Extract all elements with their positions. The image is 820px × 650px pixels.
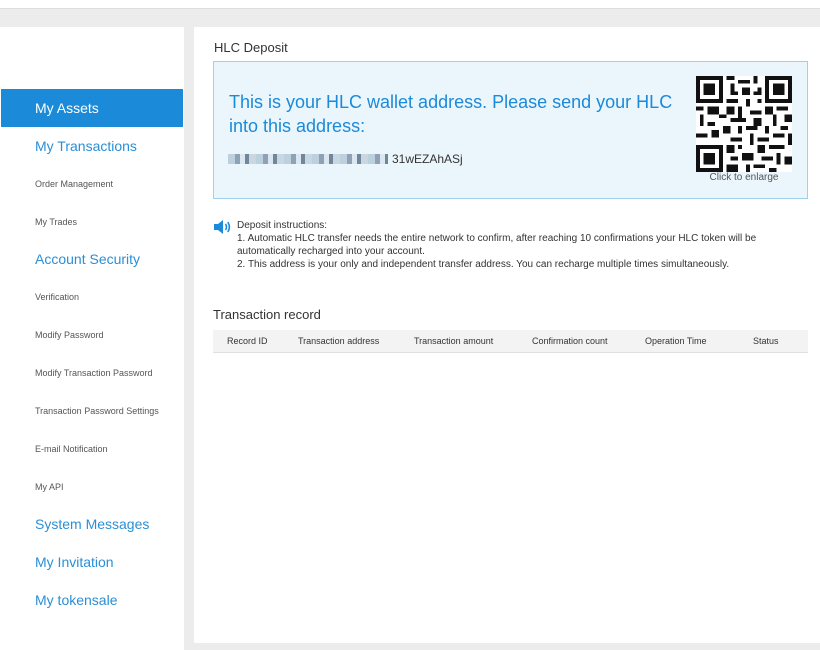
column-header-record-id: Record ID — [227, 336, 268, 346]
sidebar-item-my-tokensale[interactable]: My tokensale — [1, 581, 183, 619]
sidebar-item-my-trades[interactable]: My Trades — [1, 210, 183, 234]
wallet-address[interactable]: 31wEZAhASj — [220, 148, 520, 170]
column-header-transaction-address: Transaction address — [298, 336, 380, 346]
column-header-operation-time: Operation Time — [645, 336, 707, 346]
instructions-heading: Deposit instructions: — [237, 220, 328, 231]
transaction-record-title: Transaction record — [213, 307, 321, 322]
instructions-line-2: 2. This address is your only and indepen… — [237, 259, 730, 270]
wallet-address-suffix: 31wEZAhASj — [392, 152, 463, 166]
qr-caption[interactable]: Click to enlarge — [684, 172, 804, 183]
deposit-address-box: This is your HLC wallet address. Please … — [213, 61, 808, 199]
sidebar-item-system-messages[interactable]: System Messages — [1, 505, 183, 543]
column-header-confirmation-count: Confirmation count — [532, 336, 608, 346]
sidebar-item-my-assets[interactable]: My Assets — [1, 89, 183, 127]
transaction-table-header: Record ID Transaction address Transactio… — [213, 330, 808, 353]
sidebar-item-transaction-password-settings[interactable]: Transaction Password Settings — [1, 399, 183, 423]
instructions-line-1: 1. Automatic HLC transfer needs the enti… — [237, 233, 757, 257]
sidebar-item-my-transactions[interactable]: My Transactions — [1, 127, 183, 165]
sidebar-item-my-api[interactable]: My API — [1, 475, 183, 499]
deposit-title: HLC Deposit — [214, 40, 288, 55]
deposit-message: This is your HLC wallet address. Please … — [229, 92, 673, 136]
sidebar-item-account-security[interactable]: Account Security — [1, 240, 183, 278]
qr-code-icon[interactable] — [696, 76, 792, 172]
sidebar-item-order-management[interactable]: Order Management — [1, 172, 183, 196]
speaker-icon — [213, 219, 233, 235]
sidebar-item-verification[interactable]: Verification — [1, 285, 183, 309]
top-bar — [0, 0, 820, 9]
main-panel: HLC Deposit This is your HLC wallet addr… — [194, 27, 820, 643]
column-header-status: Status — [753, 336, 779, 346]
sidebar-item-email-notification[interactable]: E-mail Notification — [1, 437, 183, 461]
sidebar-item-modify-password[interactable]: Modify Password — [1, 323, 183, 347]
column-header-transaction-amount: Transaction amount — [414, 336, 494, 346]
sidebar-item-my-invitation[interactable]: My Invitation — [1, 543, 183, 581]
sidebar: My Assets My Transactions Order Manageme… — [0, 27, 184, 650]
address-redacted-blur — [228, 154, 388, 164]
sidebar-item-modify-transaction-password[interactable]: Modify Transaction Password — [1, 361, 183, 385]
